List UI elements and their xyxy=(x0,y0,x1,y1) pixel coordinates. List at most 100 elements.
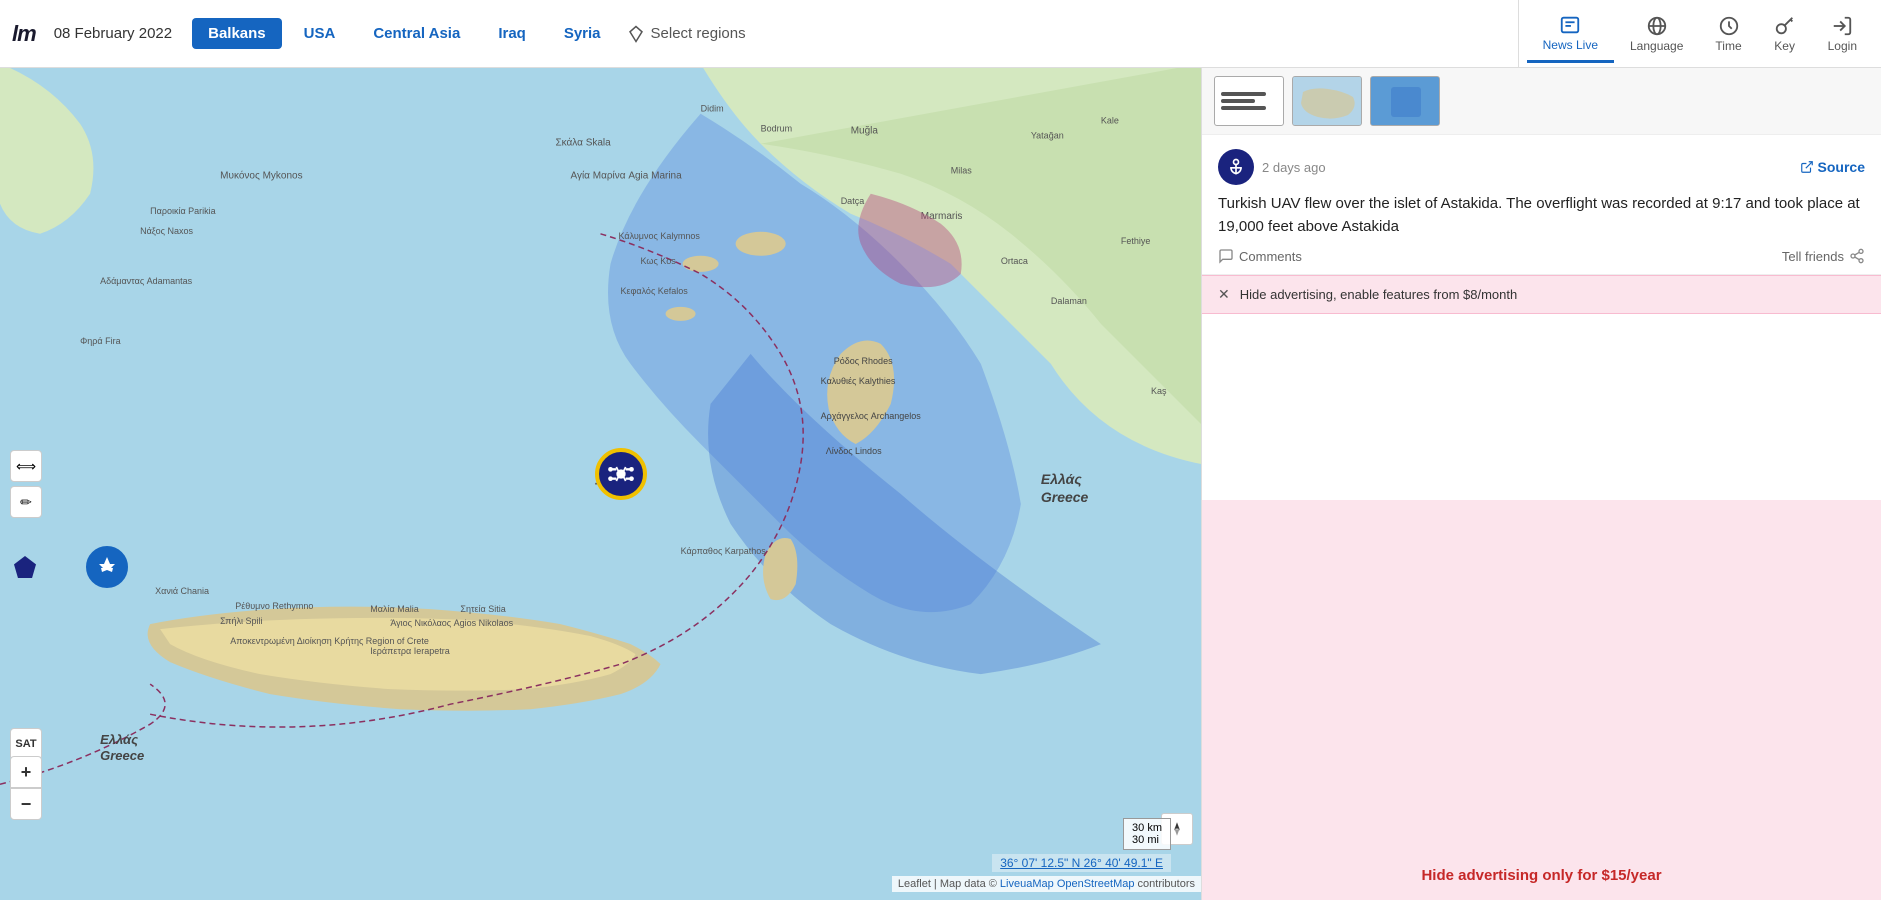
login-label: Login xyxy=(1828,39,1857,53)
anchor-icon xyxy=(1226,157,1246,177)
svg-text:Νάξος Naxos: Νάξος Naxos xyxy=(140,226,193,236)
nav-balkans[interactable]: Balkans xyxy=(192,18,282,49)
news-item-header: 2 days ago Source xyxy=(1218,149,1865,185)
osm-link[interactable]: OpenStreetMap xyxy=(1057,878,1135,890)
svg-text:Ελλάς: Ελλάς xyxy=(100,732,138,747)
ad-strip: ✕ Hide advertising, enable features from… xyxy=(1202,275,1881,314)
comment-icon xyxy=(1218,248,1234,264)
news-source-btn[interactable]: Source xyxy=(1800,159,1865,175)
language-label: Language xyxy=(1630,39,1683,53)
app-logo: lm xyxy=(12,21,36,47)
pen-tool-btn[interactable]: ✏ xyxy=(10,486,42,518)
date-label: 08 February 2022 xyxy=(54,25,172,42)
svg-text:Κεφαλός Kefalos: Κεφαλός Kefalos xyxy=(621,286,689,296)
ad-close-btn[interactable]: ✕ xyxy=(1218,286,1230,303)
location-pin-icon xyxy=(627,25,645,43)
sidebar: 2 days ago Source Turkish UAV flew over … xyxy=(1201,68,1881,900)
expand-arrows-btn[interactable]: ⟺ xyxy=(10,450,42,482)
external-link-icon xyxy=(1800,160,1814,174)
svg-text:Μυκόνος Mykonos: Μυκόνος Mykonos xyxy=(220,170,302,182)
time-label: Time xyxy=(1715,39,1741,53)
select-regions-btn[interactable]: Select regions xyxy=(627,25,746,43)
sidebar-thumbs xyxy=(1202,68,1881,135)
svg-text:Kaş: Kaş xyxy=(1151,386,1167,396)
tell-friends-label: Tell friends xyxy=(1782,249,1844,264)
svg-text:Άγιος Νικόλαος Agios Nikolaos: Άγιος Νικόλαος Agios Nikolaos xyxy=(390,618,513,628)
aircraft-icon xyxy=(95,555,119,579)
svg-text:Αρχάγγελος Archangelos: Αρχάγγελος Archangelos xyxy=(821,411,922,421)
svg-text:Ιεράπετρα Ierapetra: Ιεράπετρα Ierapetra xyxy=(370,646,449,656)
svg-text:Muğla: Muğla xyxy=(851,126,879,137)
nav-syria[interactable]: Syria xyxy=(548,18,617,49)
svg-text:Χανιά Chania: Χανιά Chania xyxy=(155,586,209,596)
nav-iraq[interactable]: Iraq xyxy=(482,18,542,49)
thumb-item-map1[interactable] xyxy=(1292,76,1362,126)
right-nav: News Live Language Time Key xyxy=(1518,0,1881,68)
nav-news-live[interactable]: News Live xyxy=(1527,6,1614,63)
coordinates-bar[interactable]: 36° 07' 12.5" N 26° 40' 49.1" E xyxy=(992,854,1171,872)
svg-text:Λίνδος Lindos: Λίνδος Lindos xyxy=(826,446,882,456)
thumb-item-map2[interactable] xyxy=(1370,76,1440,126)
liveuamap-link[interactable]: LiveuaMap xyxy=(1000,878,1054,890)
uav-marker[interactable] xyxy=(595,448,647,500)
select-regions-label: Select regions xyxy=(651,25,746,42)
ad-block: Hide advertising only for $15/year xyxy=(1202,500,1881,900)
svg-text:Fethiye: Fethiye xyxy=(1121,236,1151,246)
svg-text:Greece: Greece xyxy=(100,748,144,763)
svg-text:Ρόδος Rhodes: Ρόδος Rhodes xyxy=(834,356,893,366)
tell-friends-btn[interactable]: Tell friends xyxy=(1782,248,1865,264)
sidebar-news: 2 days ago Source Turkish UAV flew over … xyxy=(1202,135,1881,500)
attribution-text: Leaflet | Map data © LiveuaMap OpenStree… xyxy=(898,878,1195,890)
svg-text:Αγία Μαρίνα Agia Marina: Αγία Μαρίνα Agia Marina xyxy=(570,170,682,182)
svg-text:Datça: Datça xyxy=(841,196,865,206)
comments-label: Comments xyxy=(1239,249,1302,264)
news-item-icon xyxy=(1218,149,1254,185)
news-item-actions: Comments Tell friends xyxy=(1218,248,1865,264)
nav-time[interactable]: Time xyxy=(1699,7,1757,61)
scale-bar: 30 km 30 mi xyxy=(1123,818,1171,850)
main-content: Ελλάς Greece Ελλάς Greece Μυκόνος Mykono… xyxy=(0,68,1881,900)
svg-text:Bodrum: Bodrum xyxy=(761,124,793,134)
svg-text:Κως Kos: Κως Kos xyxy=(641,256,677,266)
key-label: Key xyxy=(1774,39,1795,53)
svg-text:Μαλία Malia: Μαλία Malia xyxy=(370,604,418,614)
thumb-item-list[interactable] xyxy=(1214,76,1284,126)
news-source-label: Source xyxy=(1818,159,1865,175)
nav-language[interactable]: Language xyxy=(1614,7,1699,61)
comments-btn[interactable]: Comments xyxy=(1218,248,1302,264)
news-item: 2 days ago Source Turkish UAV flew over … xyxy=(1202,135,1881,275)
plane-marker[interactable] xyxy=(86,546,128,588)
top-nav: lm 08 February 2022 Balkans USA Central … xyxy=(0,0,1881,68)
svg-text:Kale: Kale xyxy=(1101,116,1119,126)
drone-icon xyxy=(607,460,635,488)
nav-central-asia[interactable]: Central Asia xyxy=(357,18,476,49)
clock-icon xyxy=(1718,15,1740,37)
nav-usa[interactable]: USA xyxy=(288,18,352,49)
zoom-controls: + − xyxy=(10,756,42,820)
svg-text:Καλυθιές Kalythies: Καλυθιές Kalythies xyxy=(821,376,896,386)
scale-mi: 30 mi xyxy=(1132,834,1162,846)
svg-text:Ortaca: Ortaca xyxy=(1001,256,1028,266)
nav-key[interactable]: Key xyxy=(1758,7,1812,61)
ad-year-offer-text[interactable]: Hide advertising only for $15/year xyxy=(1421,867,1661,884)
nav-login[interactable]: Login xyxy=(1812,7,1873,61)
svg-text:Παροικία Parikia: Παροικία Parikia xyxy=(150,206,216,216)
scale-km: 30 km xyxy=(1132,822,1162,834)
map-area[interactable]: Ελλάς Greece Ελλάς Greece Μυκόνος Mykono… xyxy=(0,68,1201,900)
share-icon xyxy=(1849,248,1865,264)
zoom-in-btn[interactable]: + xyxy=(10,756,42,788)
svg-text:Greece: Greece xyxy=(1041,489,1089,505)
svg-text:Milas: Milas xyxy=(951,166,973,176)
globe-icon xyxy=(1646,15,1668,37)
news-item-time: 2 days ago xyxy=(1262,160,1326,175)
svg-text:Κάρπαθος Karpathos: Κάρπαθος Karpathos xyxy=(681,546,767,556)
zoom-out-btn[interactable]: − xyxy=(10,788,42,820)
svg-text:Κάλυμνος Kalymnos: Κάλυμνος Kalymnos xyxy=(619,231,701,241)
news-item-text: Turkish UAV flew over the islet of Astak… xyxy=(1218,193,1865,238)
svg-text:Σητεία Sitia: Σητεία Sitia xyxy=(460,604,505,614)
svg-text:Ελλάς: Ελλάς xyxy=(1041,471,1082,487)
svg-text:Σκάλα Skala: Σκάλα Skala xyxy=(555,137,611,149)
svg-text:Αδάμαντας Adamantas: Αδάμαντας Adamantas xyxy=(100,276,193,286)
news-icon xyxy=(1559,14,1581,36)
ad-strip-text: Hide advertising, enable features from $… xyxy=(1240,287,1518,302)
